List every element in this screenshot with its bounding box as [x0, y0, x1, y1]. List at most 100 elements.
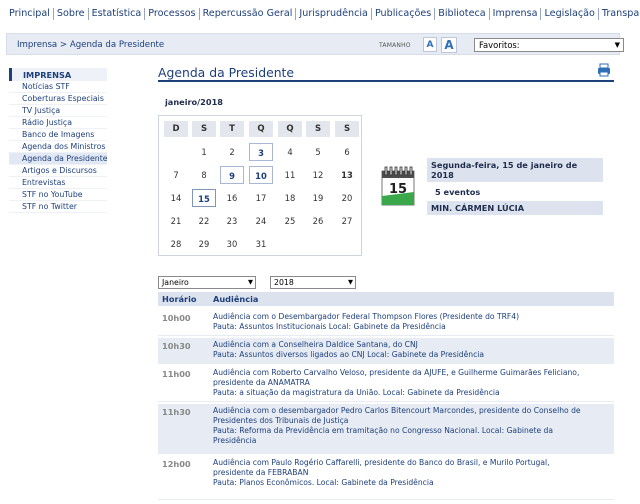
nav-item-transpar-ncia[interactable]: Transparência	[599, 8, 640, 20]
schedule-line: Presidência	[213, 436, 257, 445]
schedule-row: 10h30 Audiência com a Conselheira Daldice…	[158, 338, 614, 364]
calendar-day[interactable]: 20	[335, 189, 359, 207]
sidebar: IMPRENSA Notícias STF Coberturas Especiai…	[9, 68, 108, 213]
calendar-day[interactable]: 26	[306, 212, 330, 230]
calendar-day[interactable]: 2	[220, 143, 244, 161]
chevron-down-icon: ▼	[348, 278, 353, 286]
chevron-down-icon: ▼	[248, 278, 253, 286]
selected-date: Segunda-feira, 15 de janeiro de 2018	[427, 158, 603, 182]
calendar-day[interactable]: 21	[164, 212, 188, 230]
calendar-day[interactable]: 29	[192, 235, 216, 253]
calendar-day[interactable]: 11	[278, 166, 302, 184]
nav-item-sobre[interactable]: Sobre	[54, 8, 89, 20]
nav-item-estat-stica[interactable]: Estatística	[89, 8, 146, 20]
calendar-day[interactable]: 10	[249, 166, 273, 184]
calendar-day[interactable]: 12	[306, 166, 330, 184]
calendar-day[interactable]: 24	[249, 212, 273, 230]
sidebar-item[interactable]: STF no Twitter	[9, 201, 107, 213]
calendar-icon-day: 15	[389, 182, 407, 197]
calendar-day[interactable]: 22	[192, 212, 216, 230]
title-divider	[158, 80, 614, 82]
sidebar-item[interactable]: Agenda da Presidente	[9, 153, 108, 165]
sidebar-item[interactable]: STF no YouTube	[9, 189, 107, 201]
calendar-day[interactable]: 25	[278, 212, 302, 230]
calendar-day[interactable]: 28	[164, 235, 188, 253]
calendar-day[interactable]: 31	[249, 235, 273, 253]
calendar-day[interactable]: 30	[220, 235, 244, 253]
schedule-line: Audiência com a Conselheira Daldice Sant…	[213, 340, 418, 349]
sidebar-item[interactable]: Agenda dos Ministros	[9, 141, 107, 153]
nav-item-imprensa[interactable]: Imprensa	[490, 8, 542, 20]
sidebar-item[interactable]: TV Justiça	[9, 105, 107, 117]
nav-item-processos[interactable]: Processos	[145, 8, 200, 20]
favorites-select[interactable]: Favoritos: ▼	[474, 38, 624, 52]
sidebar-item[interactable]: Notícias STF	[9, 81, 107, 93]
schedule-line: Audiência com Paulo Rogério Caffarelli, …	[213, 458, 550, 467]
schedule-line: Pauta: Assuntos diversos ligados ao CNJ …	[213, 350, 485, 359]
events-count-text: 5 eventos	[435, 187, 481, 197]
calendar-day[interactable]: 9	[220, 166, 244, 184]
nav-item-legisla-o[interactable]: Legislação	[541, 8, 599, 20]
calendar-weekday: T	[220, 121, 244, 137]
schedule-line: Presidentes dos Tribunais de Justiça	[213, 416, 349, 425]
sidebar-item[interactable]: Coberturas Especiais	[9, 93, 107, 105]
minister-name-text: MIN. CÁRMEN LÚCIA	[431, 203, 525, 213]
schedule-time: 10h00	[162, 313, 191, 323]
calendar-day[interactable]: 18	[278, 189, 302, 207]
calendar-day[interactable]: 16	[220, 189, 244, 207]
sidebar-item[interactable]: Artigos e Discursos	[9, 165, 107, 177]
sidebar-item[interactable]: Rádio Justiça	[9, 117, 107, 129]
nav-item-publica-es[interactable]: Publicações	[372, 8, 436, 20]
sidebar-item[interactable]: Banco de Imagens	[9, 129, 107, 141]
calendar-month-label: janeiro/2018	[165, 97, 223, 107]
nav-item-repercuss-o-geral[interactable]: Repercussão Geral	[200, 8, 297, 20]
schedule-row: 11h00 Audiência com Roberto Carvalho Velo…	[158, 366, 614, 402]
font-increase-button[interactable]: A	[441, 37, 457, 53]
calendar-day[interactable]: 5	[306, 143, 330, 161]
font-decrease-button[interactable]: A	[423, 37, 437, 52]
calendar-day[interactable]: 13	[335, 166, 359, 184]
nav-item-jurisprud-ncia[interactable]: Jurisprudência	[296, 8, 372, 20]
schedule-time: 11h00	[162, 369, 191, 379]
events-count: 5 eventos	[427, 185, 603, 199]
month-select[interactable]: Janeiro ▼	[158, 276, 256, 289]
schedule-line: Audiência com Roberto Carvalho Veloso, p…	[213, 368, 580, 377]
calendar-day[interactable]: 4	[278, 143, 302, 161]
nav-item-biblioteca[interactable]: Biblioteca	[435, 8, 490, 20]
calendar-icon: 15	[381, 166, 415, 206]
breadcrumb-bar: Imprensa > Agenda da Presidente TAMANHO …	[6, 33, 624, 55]
schedule-description: Audiência com Paulo Rogério Caffarelli, …	[213, 458, 611, 488]
nav-item-principal[interactable]: Principal	[6, 8, 54, 20]
sidebar-item[interactable]: Entrevistas	[9, 177, 107, 189]
calendar-day[interactable]: 6	[335, 143, 359, 161]
calendar-day[interactable]: 8	[192, 166, 216, 184]
year-select[interactable]: 2018 ▼	[270, 276, 356, 289]
calendar-day[interactable]: 1	[192, 143, 216, 161]
calendar-day[interactable]: 17	[249, 189, 273, 207]
schedule-time: 12h00	[162, 459, 191, 469]
calendar-day[interactable]: 14	[164, 189, 188, 207]
calendar-day[interactable]: 19	[306, 189, 330, 207]
selected-date-text: Segunda-feira, 15 de janeiro de 2018	[431, 160, 578, 180]
calendar: D S T Q Q S S 1 2 3 4 5 6 7 8 9 10 11 12 13 14 15 16 17 18 19 20 21…	[158, 115, 362, 256]
print-icon[interactable]	[597, 63, 611, 77]
schedule-description: Audiência com Roberto Carvalho Veloso, p…	[213, 368, 611, 398]
schedule-line: presidente da ANAMATRA	[213, 378, 310, 387]
year-select-value: 2018	[274, 278, 294, 287]
month-select-value: Janeiro	[162, 278, 189, 287]
schedule-description: Audiência com o desembargador Pedro Carl…	[213, 406, 611, 446]
calendar-weekday: S	[306, 121, 330, 137]
favorites-select-value: Favoritos:	[479, 40, 520, 50]
schedule-line: Audiência com o Desembargador Federal Th…	[213, 312, 520, 321]
schedule-description: Audiência com o Desembargador Federal Th…	[213, 312, 611, 332]
calendar-day[interactable]: 7	[164, 166, 188, 184]
calendar-weekday: Q	[278, 121, 302, 137]
breadcrumb[interactable]: Imprensa > Agenda da Presidente	[17, 40, 164, 50]
calendar-weekday: Q	[249, 121, 273, 137]
calendar-weekday: D	[164, 121, 188, 137]
calendar-day[interactable]: 15	[192, 189, 216, 207]
calendar-day[interactable]: 23	[220, 212, 244, 230]
schedule-time: 11h30	[162, 407, 191, 417]
calendar-day[interactable]: 27	[335, 212, 359, 230]
calendar-day[interactable]: 3	[249, 143, 273, 161]
